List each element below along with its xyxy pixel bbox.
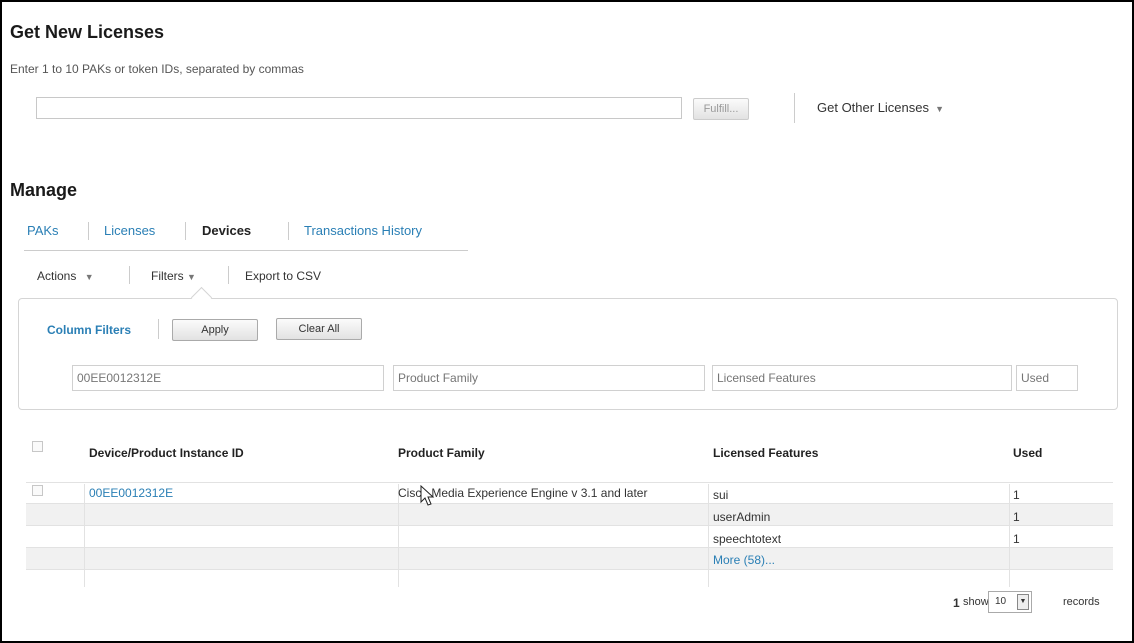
column-filters-panel (18, 298, 1118, 410)
licensed-features-filter[interactable] (712, 365, 1012, 391)
device-id-link[interactable]: 00EE0012312E (89, 486, 173, 500)
page-size-value: 10 (995, 596, 1007, 607)
mouse-cursor-icon (420, 485, 435, 506)
tab-divider (88, 222, 89, 240)
apply-button[interactable]: Apply (172, 319, 258, 341)
current-page[interactable]: 1 (953, 596, 960, 610)
column-divider (1009, 484, 1010, 587)
manage-title: Manage (10, 180, 78, 200)
clear-all-button[interactable]: Clear All (276, 318, 362, 340)
feature-cell: userAdmin (713, 510, 771, 524)
toolbar-divider (228, 266, 229, 284)
column-header-product-family[interactable]: Product Family (398, 446, 485, 460)
get-other-licenses-dropdown[interactable]: Get Other Licenses ▼ (817, 100, 944, 115)
toolbar-divider (129, 266, 130, 284)
page-size-select[interactable]: 10 ▼ (988, 591, 1032, 613)
fulfill-button[interactable]: Fulfill... (693, 98, 749, 120)
filters-menu[interactable]: Filters ▼ (151, 269, 196, 283)
chevron-down-icon: ▼ (187, 272, 196, 282)
used-cell: 1 (1013, 488, 1020, 502)
row-checkbox[interactable] (32, 485, 43, 496)
table-row (26, 526, 1113, 548)
product-family-filter[interactable] (393, 365, 705, 391)
divider (794, 93, 795, 123)
column-divider (84, 484, 85, 587)
pak-input[interactable] (36, 97, 682, 119)
tab-transactions-history[interactable]: Transactions History (304, 223, 422, 238)
column-header-device-id[interactable]: Device/Product Instance ID (89, 446, 244, 460)
column-header-used[interactable]: Used (1013, 446, 1042, 460)
get-other-licenses-label: Get Other Licenses (817, 100, 929, 115)
actions-label: Actions (37, 269, 77, 283)
more-features-link[interactable]: More (58)... (713, 553, 775, 567)
get-new-licenses-title: Get New Licenses (10, 22, 165, 42)
show-label: show (963, 596, 989, 608)
tab-divider (185, 222, 186, 240)
column-header-licensed-features[interactable]: Licensed Features (713, 446, 818, 460)
chevron-down-icon: ▼ (932, 104, 945, 114)
divider (158, 319, 159, 339)
tab-devices[interactable]: Devices (202, 223, 251, 238)
filters-label: Filters (151, 269, 184, 283)
select-all-checkbox[interactable] (32, 441, 43, 452)
column-filters-label: Column Filters (47, 323, 132, 337)
table-row (26, 504, 1113, 526)
records-label: records (1063, 596, 1100, 608)
export-csv-link[interactable]: Export to CSV (245, 269, 321, 283)
pak-input-hint: Enter 1 to 10 PAKs or token IDs, separat… (10, 62, 304, 76)
actions-menu[interactable]: Actions ▼ (37, 269, 94, 283)
table-row (26, 548, 1113, 570)
feature-cell: sui (713, 488, 729, 502)
feature-cell: speechtotext (713, 532, 782, 546)
chevron-down-icon: ▼ (1017, 594, 1029, 610)
column-divider (708, 484, 709, 587)
tab-underline (24, 250, 468, 251)
used-filter[interactable] (1016, 365, 1078, 391)
tab-paks[interactable]: PAKs (27, 223, 59, 238)
device-id-filter[interactable] (72, 365, 384, 391)
used-cell: 1 (1013, 532, 1020, 546)
chevron-down-icon: ▼ (79, 272, 94, 282)
tab-divider (288, 222, 289, 240)
tab-licenses[interactable]: Licenses (104, 223, 155, 238)
used-cell: 1 (1013, 510, 1020, 524)
